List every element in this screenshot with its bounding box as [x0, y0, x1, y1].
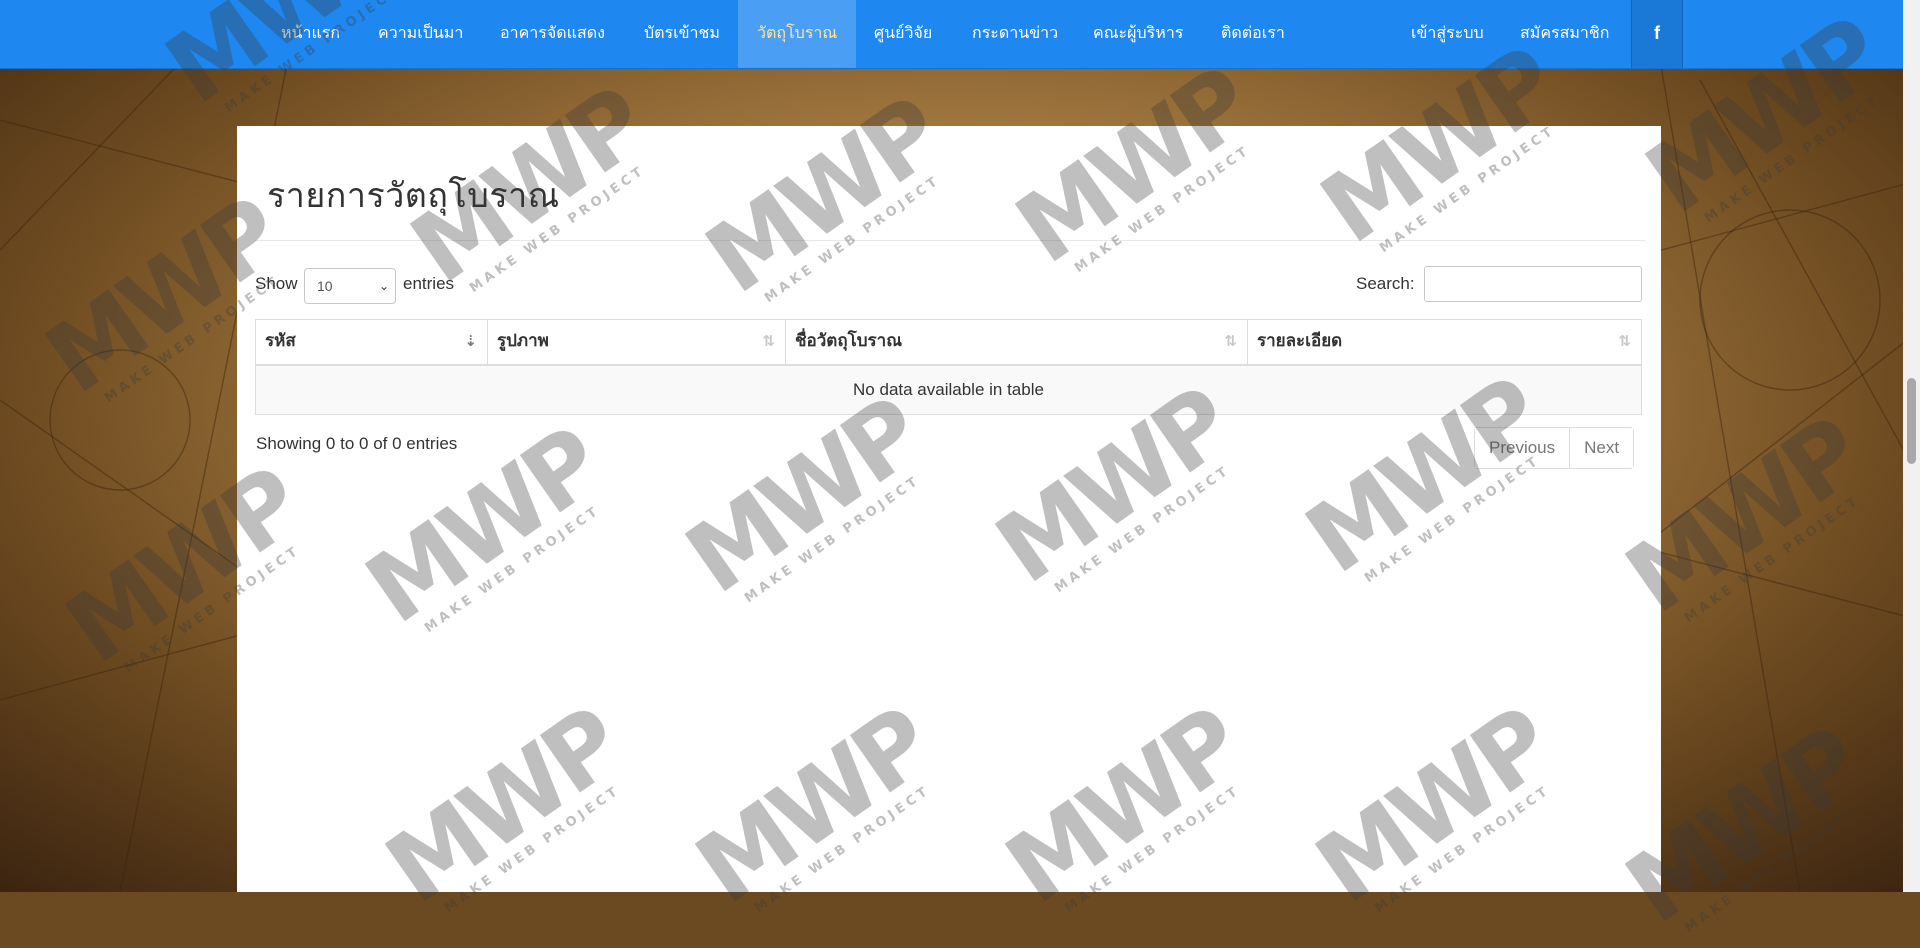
column-header-image[interactable]: รูปภาพ ⇅ — [488, 320, 786, 364]
nav-item-tickets[interactable]: บัตรเข้าชม — [628, 0, 736, 68]
nav-item-contact[interactable]: ติดต่อเรา — [1205, 0, 1301, 68]
column-header-details[interactable]: รายละเอียด ⇅ — [1248, 320, 1641, 364]
entries-select-value: 10 — [317, 278, 333, 294]
nav-item-artifacts[interactable]: วัตถุโบราณ — [738, 0, 857, 68]
column-header-name[interactable]: ชื่อวัตถุโบราณ ⇅ — [786, 320, 1248, 364]
previous-button[interactable]: Previous — [1475, 428, 1570, 468]
login-link[interactable]: เข้าสู่ระบบ — [1395, 0, 1500, 68]
nav-item-research[interactable]: ศูนย์วิจัย — [858, 0, 948, 68]
nav-item-news[interactable]: กระดานข่าว — [956, 0, 1074, 68]
top-navbar: หน้าแรก ความเป็นมา อาคารจัดแสดง บัตรเข้า… — [0, 0, 1903, 69]
scrollbar-thumb[interactable] — [1907, 378, 1916, 464]
nav-item-history[interactable]: ความเป็นมา — [362, 0, 479, 68]
sort-icon: ⇅ — [762, 332, 775, 350]
column-header-code[interactable]: รหัส ⇣ — [256, 320, 488, 364]
column-header-label: รหัส — [265, 331, 296, 351]
sort-icon: ⇅ — [1618, 332, 1631, 350]
entries-label: entries — [403, 274, 455, 293]
nav-item-home[interactable]: หน้าแรก — [265, 0, 356, 68]
facebook-icon[interactable]: f — [1631, 0, 1683, 68]
chevron-down-icon: ⌄ — [378, 279, 389, 293]
nav-item-exhibition[interactable]: อาคารจัดแสดง — [484, 0, 621, 68]
entries-select[interactable]: 10 ⌄ — [304, 268, 396, 304]
title-divider — [255, 240, 1646, 241]
next-button[interactable]: Next — [1569, 428, 1634, 468]
sort-icon: ⇅ — [1224, 332, 1237, 350]
nav-item-board[interactable]: คณะผู้บริหาร — [1077, 0, 1199, 68]
page-title: รายการวัตถุโบราณ — [267, 176, 560, 216]
empty-table-message: No data available in table — [256, 366, 1641, 414]
table-info: Showing 0 to 0 of 0 entries — [256, 434, 458, 453]
content-panel: รายการวัตถุโบราณ Show 10 ⌄ entries Searc… — [237, 126, 1661, 892]
column-header-label: รายละเอียด — [1257, 331, 1343, 351]
artifacts-table: รหัส ⇣ รูปภาพ ⇅ ชื่อวัตถุโบราณ ⇅ รายละเอ… — [255, 319, 1642, 415]
search-input[interactable] — [1424, 266, 1642, 302]
search-label: Search: — [1356, 274, 1415, 293]
column-header-label: รูปภาพ — [497, 331, 549, 351]
table-header-row: รหัส ⇣ รูปภาพ ⇅ ชื่อวัตถุโบราณ ⇅ รายละเอ… — [256, 320, 1641, 366]
sort-asc-icon: ⇣ — [464, 332, 477, 350]
register-link[interactable]: สมัครสมาชิก — [1504, 0, 1625, 68]
column-header-label: ชื่อวัตถุโบราณ — [795, 331, 902, 351]
show-label: Show — [255, 274, 298, 293]
page-scrollbar[interactable] — [1903, 0, 1920, 892]
pagination: Previous Next — [1474, 427, 1635, 469]
